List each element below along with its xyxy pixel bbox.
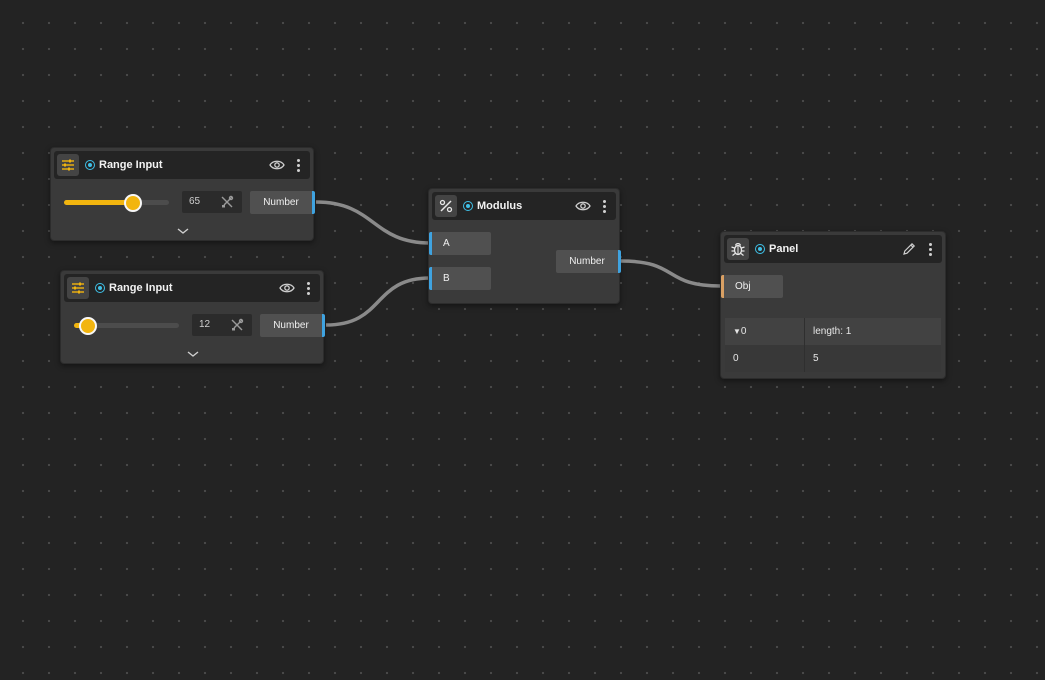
node-header[interactable]: Modulus [432,192,616,220]
node-header[interactable]: Range Input [54,151,310,179]
output-port-number[interactable]: Number [250,191,315,214]
tools-icon[interactable] [230,318,244,332]
table-cell-key[interactable]: ▼0 [725,318,805,345]
chevron-down-icon[interactable] [176,226,190,236]
input-port-a[interactable]: A [429,232,491,255]
table-cell-value: length: 1 [813,326,852,337]
eye-icon[interactable] [575,198,591,214]
node-canvas[interactable]: Range Input 65 Number Range Input 12 Num… [0,0,1045,680]
panel-data-table: ▼0 length: 1 0 5 [725,318,941,372]
wire-modulus-to-panel-obj[interactable] [620,259,722,288]
eye-icon[interactable] [269,157,285,173]
panel-node[interactable]: Panel Obj ▼0 length: 1 0 5 [720,231,946,379]
status-dot-icon [463,201,473,211]
output-port-number[interactable]: Number [260,314,325,337]
value-text: 12 [199,319,211,330]
output-port-number[interactable]: Number [556,250,621,273]
status-dot-icon [85,160,95,170]
expand-triangle-icon[interactable]: ▼ [733,327,741,336]
range-input-node-2[interactable]: Range Input 12 Number [60,270,325,364]
node-title: Range Input [109,282,173,294]
status-dot-icon [755,244,765,254]
row-key: 0 [733,353,739,364]
more-options-icon[interactable] [603,199,606,213]
node-title: Range Input [99,159,163,171]
chevron-down-icon[interactable] [186,349,200,359]
wire-range1-to-modulus-a[interactable] [315,200,431,245]
range-slider[interactable] [74,317,179,335]
input-port-obj[interactable]: Obj [721,275,783,298]
slider-thumb[interactable] [124,194,143,212]
row-key: 0 [740,326,747,337]
eye-icon[interactable] [279,280,295,296]
value-field[interactable]: 65 [182,191,242,213]
wire-range2-to-modulus-b[interactable] [325,276,431,327]
node-title: Modulus [477,200,523,212]
bug-icon [727,238,749,260]
slider-fill [64,200,133,205]
percent-icon [435,195,457,217]
more-options-icon[interactable] [297,158,300,172]
sliders-icon [67,277,89,299]
value-text: 65 [189,196,201,207]
node-title: Panel [769,243,799,255]
table-cell-key: 0 [725,345,805,372]
node-header[interactable]: Panel [724,235,942,263]
tools-icon[interactable] [220,195,234,209]
range-input-node-1[interactable]: Range Input 65 Number [50,147,315,241]
input-port-b[interactable]: B [429,267,491,290]
table-row[interactable]: ▼0 length: 1 [725,318,941,345]
pencil-icon[interactable] [901,241,917,257]
more-options-icon[interactable] [929,242,932,256]
slider-thumb[interactable] [78,317,97,335]
table-cell-value: 5 [813,353,819,364]
range-slider[interactable] [64,194,169,212]
sliders-icon [57,154,79,176]
modulus-node[interactable]: Modulus A B Number [428,188,621,304]
table-row[interactable]: 0 5 [725,345,941,372]
status-dot-icon [95,283,105,293]
more-options-icon[interactable] [307,281,310,295]
node-header[interactable]: Range Input [64,274,320,302]
value-field[interactable]: 12 [192,314,252,336]
